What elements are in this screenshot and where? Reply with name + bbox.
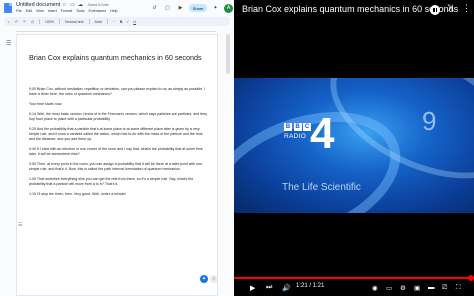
explore-icon[interactable]: ✦: [200, 275, 208, 283]
fullscreen-icon[interactable]: ⛶: [456, 284, 461, 292]
font-select[interactable]: Arial: [95, 20, 102, 24]
document-heading: Brian Cox explains quantum mechanics in …: [29, 53, 202, 62]
side-panel-toggle-icon[interactable]: ›: [210, 275, 218, 283]
station-number: 4: [310, 109, 335, 158]
menu-bar: File Edit View Insert Format Tools Extensions H…: [16, 9, 122, 13]
formatting-toolbar: ⌕ ↶ ↷ ⎙ 100% Normal text Arial − B I U: [4, 17, 230, 26]
move-folder-icon[interactable]: ▭: [70, 2, 75, 8]
next-icon[interactable]: ⏭: [266, 284, 272, 292]
font-size-stepper[interactable]: −: [113, 20, 115, 24]
star-icon[interactable]: ☆: [62, 2, 66, 8]
video-player[interactable]: Brian Cox explains quantum mechanics in …: [234, 0, 474, 296]
document-outline-icon[interactable]: ☰: [6, 40, 11, 47]
gemini-sparkle-icon[interactable]: ✦: [211, 4, 220, 13]
autoplay-toggle[interactable]: ◉: [372, 284, 378, 292]
video-frame[interactable]: B B C RADIO 4 9 The Life Scientific: [234, 78, 474, 213]
underline-icon[interactable]: U: [133, 20, 136, 24]
print-icon[interactable]: ⎙: [31, 20, 34, 24]
cast-icon[interactable]: ⎚: [442, 284, 447, 292]
scrollbar[interactable]: [226, 34, 230, 74]
bold-icon[interactable]: B: [120, 20, 123, 24]
paragraph: 0:40 If I start with an electron in one …: [29, 147, 203, 157]
paragraph: Your time starts now.: [29, 102, 63, 106]
undo-icon[interactable]: ↶: [15, 20, 18, 24]
progress-scrubber[interactable]: [468, 275, 474, 281]
comment-icon[interactable]: ▢: [163, 4, 172, 13]
menu-format[interactable]: Format: [61, 9, 72, 13]
toolbar-divider: [106, 19, 108, 24]
menu-tools[interactable]: Tools: [76, 9, 84, 13]
saved-status: Saved to Drive: [88, 3, 109, 7]
menu-edit[interactable]: Edit: [26, 9, 32, 13]
toolbar-divider: [38, 19, 40, 24]
menu-insert[interactable]: Insert: [48, 9, 57, 13]
redo-icon[interactable]: ↷: [23, 20, 26, 24]
progress-bar[interactable]: [234, 277, 474, 279]
video-call-icon[interactable]: ▶: [176, 4, 185, 13]
zoom-select[interactable]: 100%: [45, 20, 54, 24]
pause-icon[interactable]: [430, 5, 440, 15]
theater-mode-icon[interactable]: ▬: [428, 284, 435, 291]
share-button[interactable]: Share: [189, 4, 207, 12]
menu-view[interactable]: View: [36, 9, 44, 13]
radio-label: RADIO: [284, 133, 307, 140]
paragraph: 1:05 That underlies everything else you …: [29, 177, 194, 187]
menu-help[interactable]: Help: [110, 9, 117, 13]
ruler[interactable]: [16, 28, 216, 32]
document-page[interactable]: Brian Cox explains quantum mechanics in …: [16, 34, 218, 296]
paragraph: 0:25 And the probability that a particle…: [29, 126, 203, 142]
subtitles-icon[interactable]: ▭: [386, 284, 392, 292]
document-title[interactable]: Untitled document: [16, 2, 60, 8]
style-select[interactable]: Normal text: [65, 20, 83, 24]
show-name: The Life Scientific: [282, 182, 361, 193]
italic-icon[interactable]: I: [127, 20, 128, 24]
bbc-logo: B B C: [284, 123, 311, 131]
docs-window: Untitled document ☆ ▭ ☁ Saved to Drive F…: [0, 0, 234, 296]
paragraph: 0:14 Well, the most basic version I know…: [29, 111, 207, 121]
channel-watermark-icon: 9: [422, 106, 437, 136]
cloud-saved-icon[interactable]: ☁: [78, 2, 83, 8]
docs-header: Untitled document ☆ ▭ ☁ Saved to Drive F…: [0, 0, 234, 16]
x-share-icon[interactable]: 𝕏: [447, 3, 454, 14]
time-display: 1:21 / 1:21: [296, 283, 325, 289]
volume-icon[interactable]: 🔊: [282, 284, 291, 292]
miniplayer-icon[interactable]: ▣: [414, 284, 420, 292]
paragraph: 0:55 Then, at every point in the room, y…: [29, 162, 203, 172]
avatar[interactable]: A: [224, 3, 233, 13]
version-history-icon[interactable]: ↺: [150, 4, 159, 13]
search-menus-icon[interactable]: ⌕: [8, 20, 10, 24]
video-title[interactable]: Brian Cox explains quantum mechanics in …: [242, 4, 458, 14]
paragraph: 0:00 Brian Cox, without hesitation, repe…: [29, 87, 206, 97]
menu-file[interactable]: File: [16, 9, 22, 13]
more-options-icon[interactable]: ⋮: [462, 3, 471, 14]
paragraph: 1:10 I'll stop the timer, then. Very goo…: [29, 192, 126, 196]
menu-extensions[interactable]: Extensions: [89, 9, 107, 13]
bbc-letter: B: [293, 123, 302, 131]
play-icon[interactable]: ▶: [250, 284, 255, 292]
docs-logo-icon[interactable]: [4, 3, 12, 13]
toolbar-divider: [88, 19, 90, 24]
document-body: 0:00 Brian Cox, without hesitation, repe…: [29, 87, 209, 202]
header-actions: ↺ ▢ ▶ Share ✦ A: [150, 3, 233, 13]
toolbar-divider: [59, 19, 61, 24]
insert-comment-icon[interactable]: ☰: [18, 222, 22, 228]
bbc-letter: B: [284, 123, 292, 131]
settings-icon[interactable]: ⚙: [400, 284, 406, 292]
